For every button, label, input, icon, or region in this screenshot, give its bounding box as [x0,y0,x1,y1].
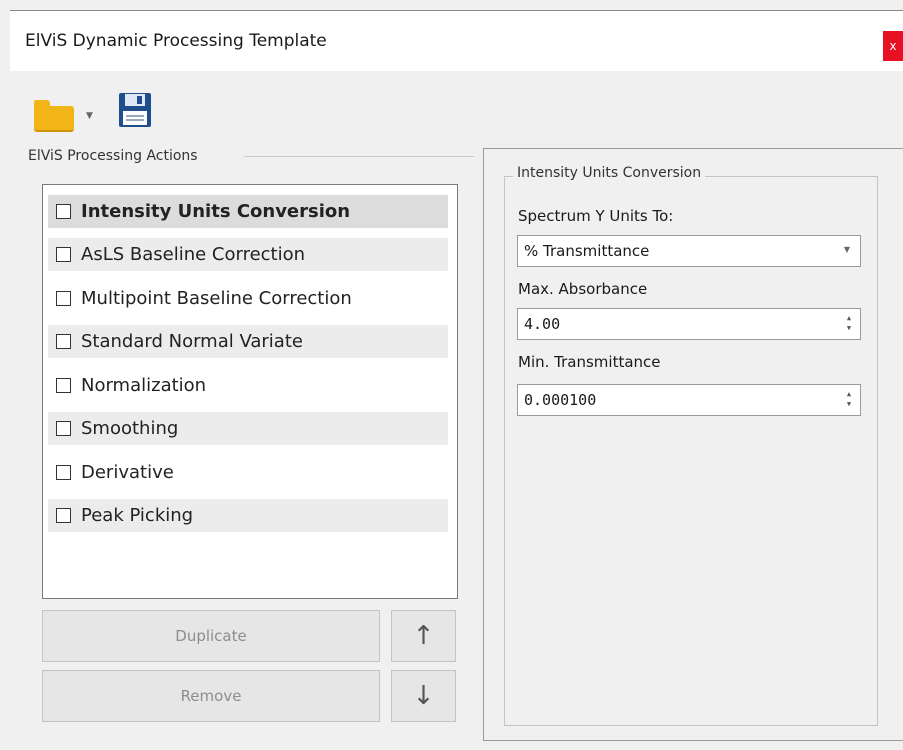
list-item-label: Smoothing [81,418,179,439]
list-item-standard-normal-variate[interactable]: Standard Normal Variate [48,325,448,358]
list-item-normalization[interactable]: Normalization [48,369,448,402]
arrow-down-icon: ↓ [412,681,435,711]
list-item-label: Peak Picking [81,505,194,526]
checkbox[interactable] [56,465,71,480]
title-bar: ElViS Dynamic Processing Template x [10,11,903,71]
checkbox[interactable] [56,291,71,306]
min-transmittance-spinbox[interactable]: 0.000100 ▲ ▼ [517,384,861,416]
list-item-label: Intensity Units Conversion [81,201,351,222]
spinner-arrows-icon[interactable]: ▲ ▼ [844,389,854,409]
move-up-button[interactable]: ↑ [391,610,456,662]
list-item-label: Multipoint Baseline Correction [81,288,352,309]
actions-group-label: ElViS Processing Actions [28,148,202,164]
max-absorbance-spinbox[interactable]: 4.00 ▲ ▼ [517,308,861,340]
list-item-peak-picking[interactable]: Peak Picking [48,499,448,532]
checkbox[interactable] [56,247,71,262]
list-item-label: Normalization [81,375,207,396]
spectrum-units-label: Spectrum Y Units To: [518,207,674,225]
list-item-label: Standard Normal Variate [81,331,303,352]
list-item-smoothing[interactable]: Smoothing [48,412,448,445]
dialog-window: ElViS Dynamic Processing Template x ▼ El… [10,10,903,750]
window-title: ElViS Dynamic Processing Template [25,31,327,51]
checkbox[interactable] [56,508,71,523]
actions-group-divider [244,156,474,157]
intensity-units-group-label: Intensity Units Conversion [513,165,706,181]
close-button[interactable]: x [883,31,903,61]
spinner-arrows-icon[interactable]: ▲ ▼ [844,313,854,333]
chevron-down-icon: ▼ [843,245,850,254]
list-item-intensity-units-conversion[interactable]: Intensity Units Conversion [48,195,448,228]
list-item-asls-baseline-correction[interactable]: AsLS Baseline Correction [48,238,448,271]
arrow-up-icon: ↑ [412,621,435,651]
checkbox[interactable] [56,334,71,349]
checkbox[interactable] [56,204,71,219]
actions-list[interactable]: Intensity Units Conversion AsLS Baseline… [42,184,458,599]
move-down-button[interactable]: ↓ [391,670,456,722]
min-transmittance-value: 0.000100 [524,391,597,409]
max-absorbance-value: 4.00 [524,315,561,333]
floppy-save-icon[interactable] [118,92,152,128]
spectrum-units-select[interactable]: % Transmittance ▼ [517,235,861,267]
max-absorbance-label: Max. Absorbance [518,280,648,298]
open-dropdown-caret-icon[interactable]: ▼ [86,111,93,121]
folder-open-icon[interactable] [34,100,74,132]
list-item-multipoint-baseline-correction[interactable]: Multipoint Baseline Correction [48,282,448,315]
remove-button[interactable]: Remove [42,670,380,722]
list-item-label: AsLS Baseline Correction [81,244,306,265]
checkbox[interactable] [56,378,71,393]
duplicate-button[interactable]: Duplicate [42,610,380,662]
checkbox[interactable] [56,421,71,436]
list-item-derivative[interactable]: Derivative [48,456,448,489]
min-transmittance-label: Min. Transmittance [518,353,661,371]
list-item-label: Derivative [81,462,174,483]
spectrum-units-value: % Transmittance [524,242,650,260]
